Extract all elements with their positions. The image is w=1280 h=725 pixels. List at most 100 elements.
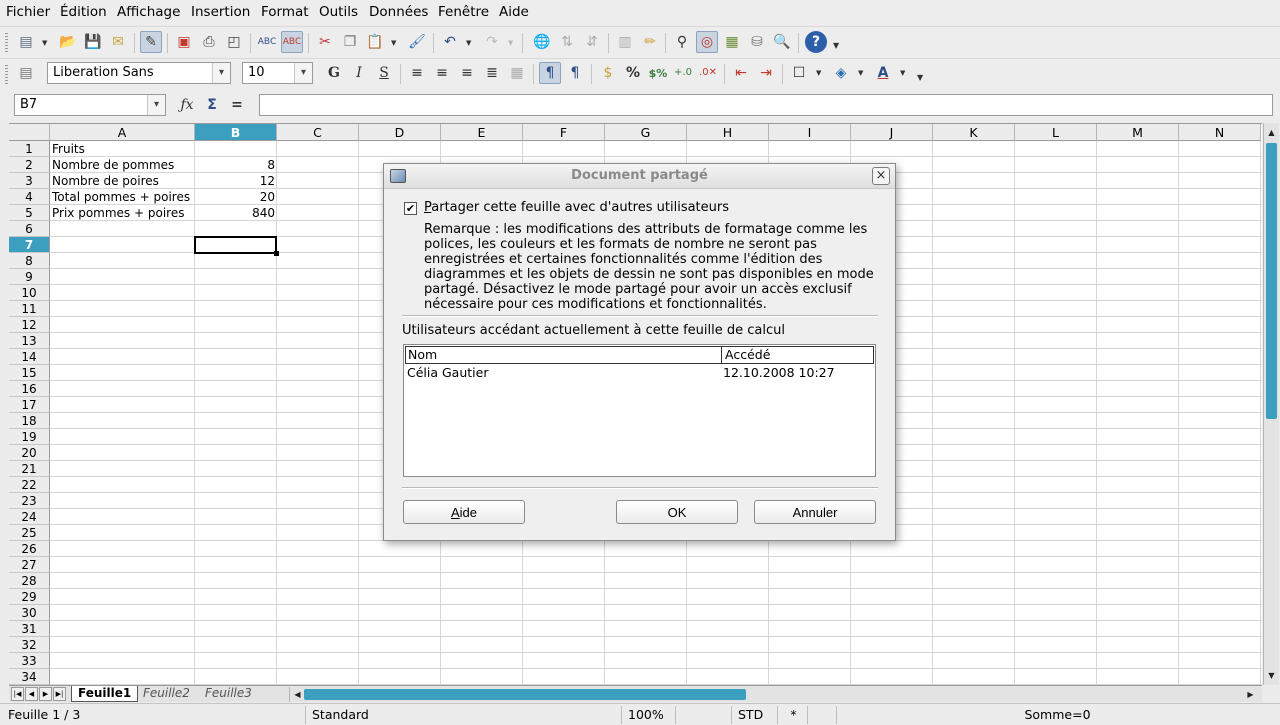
sheet-tab-feuille2[interactable]: Feuille2 — [137, 686, 196, 702]
print-icon[interactable]: ⎙ — [198, 31, 220, 53]
email-icon[interactable]: ✉ — [107, 31, 129, 53]
cell-b3[interactable]: 12 — [195, 173, 277, 189]
column-header-e[interactable]: E — [441, 124, 523, 141]
data-sources-icon[interactable]: ⛁ — [746, 31, 768, 53]
toolbar-overflow-icon[interactable]: ▼ — [917, 73, 923, 82]
column-header-d[interactable]: D — [359, 124, 441, 141]
function-icon[interactable]: = — [226, 94, 248, 116]
horizontal-scroll-thumb[interactable] — [304, 689, 746, 700]
help-button[interactable]: Aide — [403, 500, 525, 524]
auto-spellcheck-icon[interactable]: ABC — [281, 31, 303, 53]
row-header-31[interactable]: 31 — [9, 621, 50, 637]
share-checkbox[interactable]: ✔ — [404, 202, 417, 215]
cell-b4[interactable]: 20 — [195, 189, 277, 205]
row-header-23[interactable]: 23 — [9, 493, 50, 509]
toolbar-grip[interactable] — [5, 33, 8, 53]
sort-ascending-icon[interactable]: ⇅ — [556, 31, 578, 53]
row-header-26[interactable]: 26 — [9, 541, 50, 557]
column-header-b[interactable]: B — [195, 124, 277, 141]
first-sheet-icon[interactable]: |◀ — [11, 687, 24, 701]
row-header-14[interactable]: 14 — [9, 349, 50, 365]
new-document-icon[interactable]: ▤ — [15, 31, 37, 53]
row-header-30[interactable]: 30 — [9, 605, 50, 621]
chevron-down-icon[interactable]: ▾ — [212, 63, 230, 83]
column-header-f[interactable]: F — [523, 124, 605, 141]
row-header-3[interactable]: 3 — [9, 173, 50, 189]
redo-icon[interactable]: ↷ — [481, 31, 503, 53]
cell-b5[interactable]: 840 — [195, 205, 277, 221]
paste-icon[interactable]: 📋 — [364, 31, 386, 53]
ok-button[interactable]: OK — [616, 500, 738, 524]
underline-button[interactable]: S — [373, 62, 395, 84]
row-header-6[interactable]: 6 — [9, 221, 50, 237]
vertical-scrollbar[interactable]: ▲ ▼ — [1263, 123, 1279, 685]
row-header-29[interactable]: 29 — [9, 589, 50, 605]
row-header-9[interactable]: 9 — [9, 269, 50, 285]
scroll-down-icon[interactable]: ▼ — [1264, 668, 1279, 683]
sheet-tab-feuille3[interactable]: Feuille3 — [199, 686, 258, 702]
row-header-1[interactable]: 1 — [9, 141, 50, 157]
previous-sheet-icon[interactable]: ◀ — [25, 687, 38, 701]
delete-decimal-icon[interactable]: .0✕ — [697, 62, 719, 84]
font-color-dropdown-icon[interactable]: ▼ — [900, 69, 905, 77]
last-sheet-icon[interactable]: ▶| — [53, 687, 66, 701]
clone-formatting-icon[interactable]: 🖌 — [406, 31, 428, 53]
column-header-h[interactable]: H — [687, 124, 769, 141]
row-header-19[interactable]: 19 — [9, 429, 50, 445]
new-dropdown-icon[interactable]: ▼ — [42, 39, 47, 47]
select-all-corner[interactable] — [9, 124, 50, 141]
column-header-name[interactable]: Nom — [406, 347, 722, 363]
row-header-33[interactable]: 33 — [9, 653, 50, 669]
row-header-27[interactable]: 27 — [9, 557, 50, 573]
name-box[interactable]: B7 ▾ — [14, 94, 166, 116]
align-left-icon[interactable]: ≡ — [406, 62, 428, 84]
menu-insertion[interactable]: Insertion — [191, 4, 250, 21]
standard-format-icon[interactable]: $% — [647, 62, 669, 84]
scroll-left-icon[interactable]: ◀ — [290, 687, 305, 702]
row-header-24[interactable]: 24 — [9, 509, 50, 525]
export-pdf-icon[interactable]: ▣ — [173, 31, 195, 53]
column-header-k[interactable]: K — [933, 124, 1015, 141]
column-header-n[interactable]: N — [1179, 124, 1261, 141]
menu-donnees[interactable]: Données — [369, 4, 428, 21]
next-sheet-icon[interactable]: ▶ — [39, 687, 52, 701]
selection-mode[interactable]: STD — [731, 706, 775, 724]
cut-icon[interactable]: ✂ — [314, 31, 336, 53]
paste-dropdown-icon[interactable]: ▼ — [391, 39, 396, 47]
row-header-21[interactable]: 21 — [9, 461, 50, 477]
row-header-13[interactable]: 13 — [9, 333, 50, 349]
sort-descending-icon[interactable]: ⇵ — [581, 31, 603, 53]
navigator-icon[interactable]: ◎ — [696, 31, 718, 53]
menu-fichier[interactable]: Fichier — [6, 4, 50, 21]
justify-icon[interactable]: ≣ — [481, 62, 503, 84]
undo-dropdown-icon[interactable]: ▼ — [466, 39, 471, 47]
toolbar-grip[interactable] — [5, 65, 8, 85]
text-rtl-icon[interactable]: ¶ — [564, 62, 586, 84]
row-header-12[interactable]: 12 — [9, 317, 50, 333]
formula-input[interactable] — [259, 94, 1273, 116]
close-icon[interactable]: × — [872, 167, 890, 185]
help-icon[interactable]: ? — [805, 31, 827, 53]
dialog-title-bar[interactable]: Document partagé × — [384, 164, 895, 189]
column-header-a[interactable]: A — [50, 124, 195, 141]
row-header-32[interactable]: 32 — [9, 637, 50, 653]
hyperlink-icon[interactable]: 🌐 — [531, 31, 553, 53]
cell-a4[interactable]: Total pommes + poires — [50, 189, 195, 205]
function-wizard-icon[interactable]: ƒx — [176, 94, 198, 116]
borders-icon[interactable]: ☐ — [788, 62, 810, 84]
redo-dropdown-icon[interactable]: ▼ — [508, 39, 513, 47]
column-header-m[interactable]: M — [1097, 124, 1179, 141]
menu-fenetre[interactable]: Fenêtre — [438, 4, 489, 21]
column-header-accessed[interactable]: Accédé — [723, 347, 873, 363]
currency-format-icon[interactable]: $ — [597, 62, 619, 84]
column-header-g[interactable]: G — [605, 124, 687, 141]
font-color-icon[interactable]: A — [872, 62, 894, 84]
spellcheck-icon[interactable]: ABC — [256, 31, 278, 53]
print-preview-icon[interactable]: ◰ — [223, 31, 245, 53]
italic-button[interactable]: I — [348, 62, 370, 84]
row-header-4[interactable]: 4 — [9, 189, 50, 205]
row-header-8[interactable]: 8 — [9, 253, 50, 269]
styles-formatting-icon[interactable]: ▤ — [15, 62, 37, 84]
vertical-scroll-thumb[interactable] — [1266, 143, 1277, 419]
column-header-i[interactable]: I — [769, 124, 851, 141]
